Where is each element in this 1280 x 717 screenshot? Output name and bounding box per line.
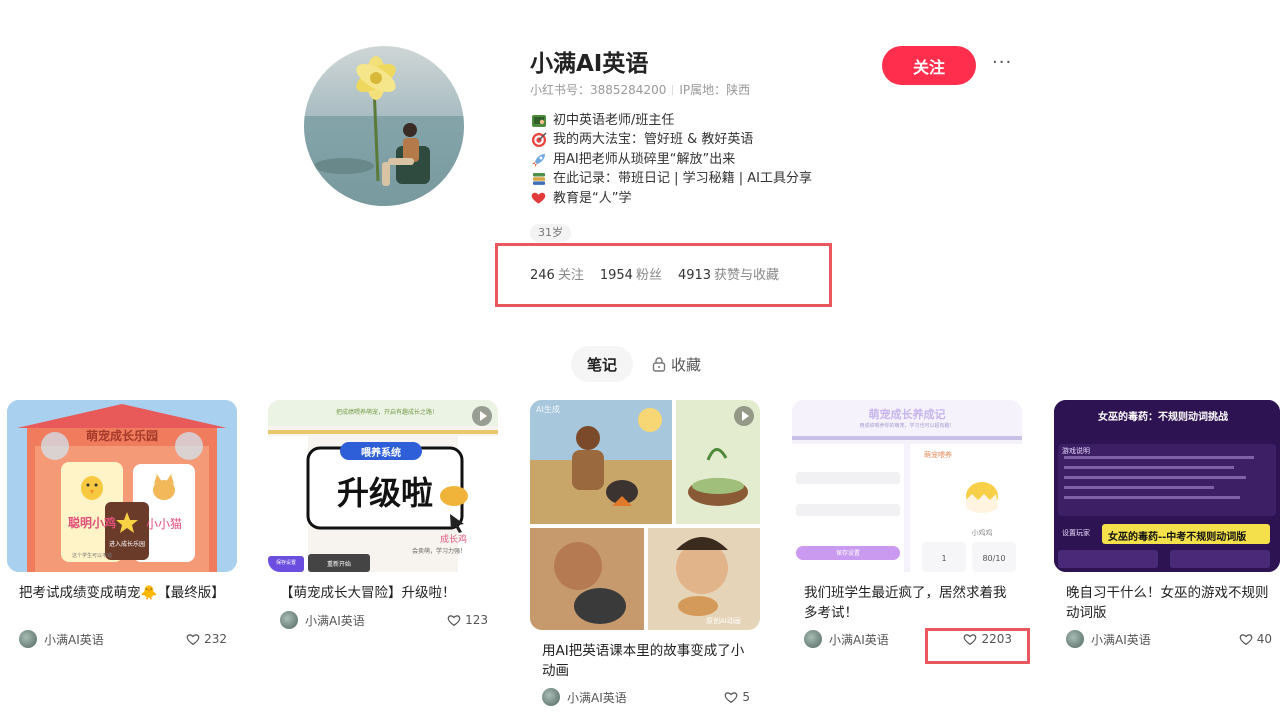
cover-pet-right: 小小猫 — [145, 517, 182, 531]
like-button[interactable]: 40 — [1239, 632, 1272, 646]
heart-outline-icon — [186, 633, 200, 646]
cover-small-text: 这个学生可以不错 — [71, 553, 112, 559]
note-title[interactable]: 【萌宠成长大冒险】升级啦！ — [280, 583, 495, 603]
author-avatar[interactable] — [280, 611, 298, 629]
cover-pet-left: 聪明小鸡 — [67, 516, 116, 530]
cover-headline: 升级啦 — [336, 474, 433, 512]
like-count: 40 — [1256, 632, 1272, 646]
cover-setup: 设置玩家 — [1062, 529, 1090, 537]
like-count: 232 — [204, 632, 227, 646]
cover-heading: 萌宠成长乐园 — [85, 429, 158, 443]
video-play-icon — [472, 406, 492, 426]
heart-outline-icon — [1239, 633, 1253, 646]
note-footer: 小满AI英语 123 — [280, 610, 488, 630]
profile-bio: 初中英语老师/班主任 我的两大法宝：管好班 & 教好英语 用AI把老师从琐碎里“… — [530, 111, 812, 208]
cover-enter-button: 进入成长乐园 — [108, 541, 145, 548]
author-avatar[interactable] — [542, 688, 560, 706]
bio-line: 初中英语老师/班主任 — [530, 111, 812, 130]
cover-heading: 女巫的毒药：不规则动词挑战 — [1098, 412, 1228, 423]
cover-num-right: 80/10 — [982, 554, 1006, 563]
note-title[interactable]: 晚自习干什么！女巫的游戏不规则动词版 — [1066, 583, 1276, 623]
profile-name: 小满AI英语 — [530, 51, 649, 77]
note-cover[interactable]: 萌宠成长养成记 用成绩喂养你的萌宠，学习也可以超有趣！ 萌宠喂养 小鸡鸡 保存设… — [792, 400, 1022, 572]
profile-ip: IP属地：陕西 — [679, 83, 751, 97]
author-avatar[interactable] — [19, 630, 37, 648]
like-button[interactable]: 123 — [447, 613, 488, 627]
books-icon — [530, 170, 547, 187]
meta-divider — [672, 85, 674, 95]
heart-outline-icon — [447, 614, 461, 627]
bio-text: 我的两大法宝：管好班 & 教好英语 — [553, 132, 754, 148]
stats-highlight-box — [495, 243, 832, 307]
rocket-icon — [530, 151, 547, 168]
cover-banner: 女巫的毒药--中考不规则动词版 — [1108, 532, 1247, 543]
teacher-icon — [530, 112, 547, 129]
bio-text: 教育是“人”学 — [553, 190, 632, 206]
note-title[interactable]: 我们班学生最近疯了，居然求着我多考试！ — [804, 583, 1019, 623]
note-title[interactable]: 用AI把英语课本里的故事变成了小动画 — [542, 641, 757, 681]
author-name[interactable]: 小满AI英语 — [44, 631, 104, 648]
age-tag: 31岁 — [530, 224, 571, 242]
heart-outline-icon — [724, 691, 738, 704]
bio-line: 用AI把老师从琐碎里“解放”出来 — [530, 150, 812, 169]
cover-left-button: 保存设置 — [275, 560, 296, 566]
cover-section: 游戏说明 — [1062, 447, 1090, 455]
author-avatar[interactable] — [1066, 630, 1084, 648]
lock-icon — [652, 357, 666, 372]
cover-subtitle: 用成绩喂养你的萌宠，学习也可以超有趣！ — [859, 423, 955, 429]
cover-num-left: 1 — [941, 554, 947, 563]
bio-line: 在此记录：带班日记 | 学习秘籍 | AI工具分享 — [530, 169, 812, 188]
cover-corner-label: AI生成 — [536, 405, 560, 414]
cover-heading: 萌宠成长养成记 — [868, 408, 946, 421]
target-icon — [530, 132, 547, 149]
cover-small-text: 会卖萌，学习力强！ — [412, 548, 467, 555]
avatar — [304, 46, 464, 206]
video-play-icon — [734, 406, 754, 426]
note-footer: 小满AI英语 5 — [542, 687, 750, 707]
cover-badge: 喂养系统 — [361, 448, 401, 459]
note-cover[interactable]: AI生成 原创AI动画 — [530, 400, 760, 630]
cover-save-button: 保存设置 — [835, 550, 860, 557]
like-button[interactable]: 5 — [724, 690, 750, 704]
cover-pet-name: 小鸡鸡 — [971, 529, 993, 537]
profile-meta: 小红书号：3885284200 IP属地：陕西 — [530, 81, 750, 98]
note-footer: 小满AI英语 232 — [19, 629, 227, 649]
profile-id: 小红书号：3885284200 — [530, 83, 667, 97]
tab-favorites-label: 收藏 — [671, 356, 702, 374]
author-avatar[interactable] — [804, 630, 822, 648]
bio-line: 我的两大法宝：管好班 & 教好英语 — [530, 130, 812, 149]
cover-top-text: 把成绩喂养萌宠，开启有趣成长之路！ — [335, 409, 438, 416]
likes-highlight-box — [925, 628, 1030, 664]
heart-icon — [530, 190, 547, 207]
note-title[interactable]: 把考试成绩变成萌宠🐥【最终版】 — [19, 583, 234, 603]
bio-text: 初中英语老师/班主任 — [553, 113, 675, 128]
bio-text: 用AI把老师从琐碎里“解放”出来 — [553, 151, 736, 167]
note-cover[interactable]: 萌宠成长乐园 聪明小鸡 小小猫 进入成长乐园 这个学生可以不错 — [7, 400, 237, 572]
cover-watermark: 原创AI动画 — [706, 617, 741, 625]
author-name[interactable]: 小满AI英语 — [305, 612, 365, 629]
author-name[interactable]: 小满AI英语 — [567, 689, 627, 706]
cover-right-button: 重新开始 — [326, 561, 351, 568]
like-count: 5 — [742, 690, 750, 704]
note-footer: 小满AI英语 40 — [1066, 629, 1272, 649]
note-cover[interactable]: 女巫的毒药：不规则动词挑战 游戏说明 女巫的毒药--中考不规则动词版 设置玩家 — [1054, 400, 1280, 572]
like-count: 123 — [465, 613, 488, 627]
bio-text: 在此记录：带班日记 | 学习秘籍 | AI工具分享 — [553, 171, 813, 187]
tab-favorites[interactable]: 收藏 — [652, 354, 701, 375]
like-button[interactable]: 232 — [186, 632, 227, 646]
more-options-button[interactable]: ··· — [992, 52, 1012, 73]
note-cover[interactable]: 把成绩喂养萌宠，开启有趣成长之路！ 喂养系统 升级啦 成长鸡 会卖萌，学习力强！… — [268, 400, 498, 572]
cover-panel-label: 萌宠喂养 — [924, 451, 952, 459]
tab-notes[interactable]: 笔记 — [571, 346, 633, 382]
follow-button[interactable]: 关注 — [882, 46, 976, 85]
author-name[interactable]: 小满AI英语 — [1091, 631, 1151, 648]
author-name[interactable]: 小满AI英语 — [829, 631, 889, 648]
cover-side-label: 成长鸡 — [440, 535, 468, 545]
bio-line: 教育是“人”学 — [530, 189, 812, 208]
